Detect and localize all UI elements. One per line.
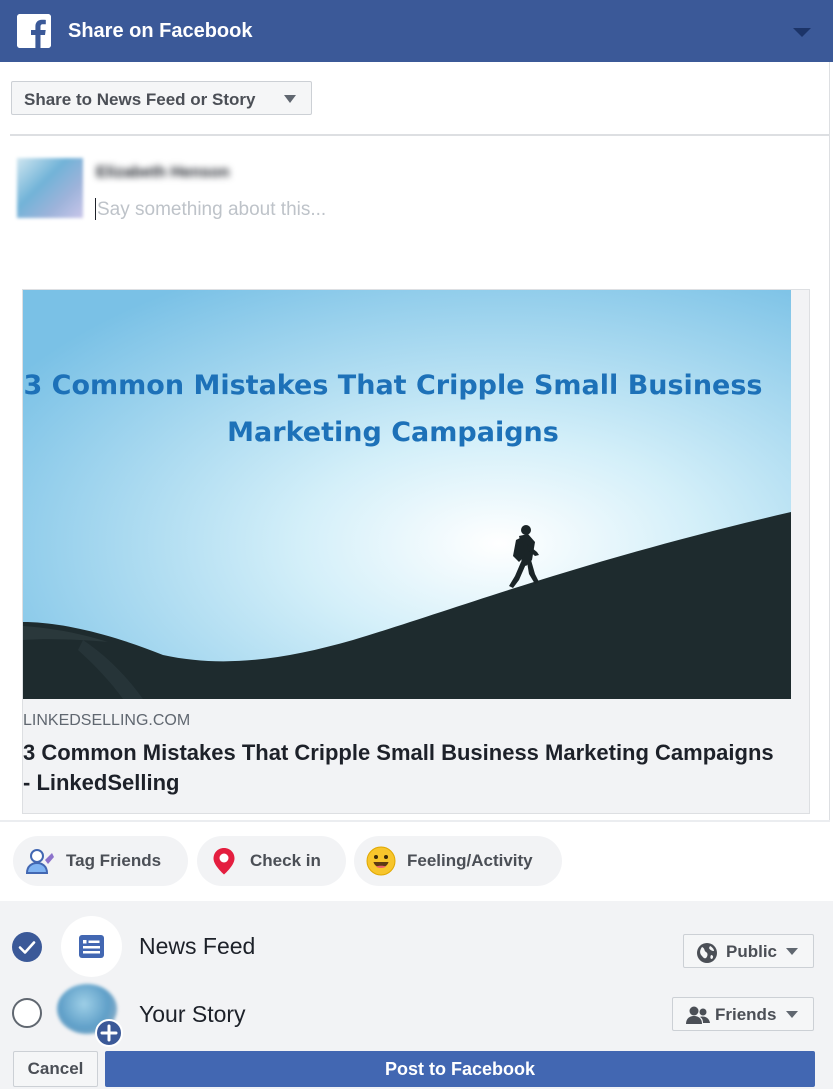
status-input[interactable] (97, 199, 597, 221)
divider (10, 134, 829, 136)
news-feed-checkbox[interactable] (12, 932, 42, 962)
scrollbar-track[interactable] (829, 62, 830, 822)
feeling-activity-label: Feeling/Activity (407, 851, 533, 870)
your-story-privacy-dropdown[interactable]: Friends (672, 997, 814, 1031)
divider (0, 820, 830, 822)
news-feed-icon-circle (61, 916, 122, 977)
smiley-icon (366, 846, 396, 876)
link-title: 3 Common Mistakes That Cripple Small Bus… (23, 740, 774, 795)
your-story-checkbox[interactable] (12, 998, 42, 1028)
location-pin-icon (213, 848, 235, 875)
check-in-label: Check in (250, 851, 321, 870)
tag-friends-button[interactable]: Tag Friends (13, 836, 188, 886)
news-feed-privacy-dropdown[interactable]: Public (683, 934, 814, 968)
link-preview-card[interactable]: 3 Common Mistakes That Cripple Small Bus… (22, 289, 810, 814)
your-story-label: Your Story (139, 1001, 246, 1027)
add-story-icon (95, 1019, 123, 1047)
user-avatar (17, 158, 83, 218)
news-feed-privacy-label: Public (726, 942, 778, 961)
dialog-title: Share on Facebook (68, 20, 253, 42)
post-to-facebook-button[interactable]: Post to Facebook (105, 1051, 815, 1087)
friends-icon (686, 1006, 710, 1024)
link-preview-image: 3 Common Mistakes That Cripple Small Bus… (23, 290, 791, 699)
chevron-down-icon[interactable] (793, 28, 811, 37)
caret-down-icon (284, 95, 296, 103)
tag-friends-label: Tag Friends (66, 851, 162, 870)
link-domain: LINKEDSELLING.COM (23, 712, 191, 729)
tag-friends-icon (25, 849, 54, 874)
share-target-label: Share to News Feed or Story (24, 90, 256, 109)
text-cursor (95, 198, 96, 220)
news-feed-icon (79, 935, 104, 958)
user-name: Elizabeth Henson (96, 164, 230, 181)
facebook-logo-icon (17, 14, 51, 48)
dialog-header: Share on Facebook (0, 0, 833, 62)
check-in-button[interactable]: Check in (197, 836, 346, 886)
cancel-button[interactable]: Cancel (13, 1051, 98, 1087)
your-story-privacy-label: Friends (715, 1005, 777, 1024)
caret-down-icon (786, 948, 798, 955)
feeling-activity-button[interactable]: Feeling/Activity (354, 836, 562, 886)
share-target-dropdown[interactable]: Share to News Feed or Story (11, 81, 312, 115)
checkmark-icon (18, 941, 36, 954)
caret-down-icon (786, 1011, 798, 1018)
news-feed-label: News Feed (139, 933, 256, 959)
globe-icon (697, 943, 717, 963)
link-image-title: 3 Common Mistakes That Cripple Small Bus… (23, 370, 763, 448)
